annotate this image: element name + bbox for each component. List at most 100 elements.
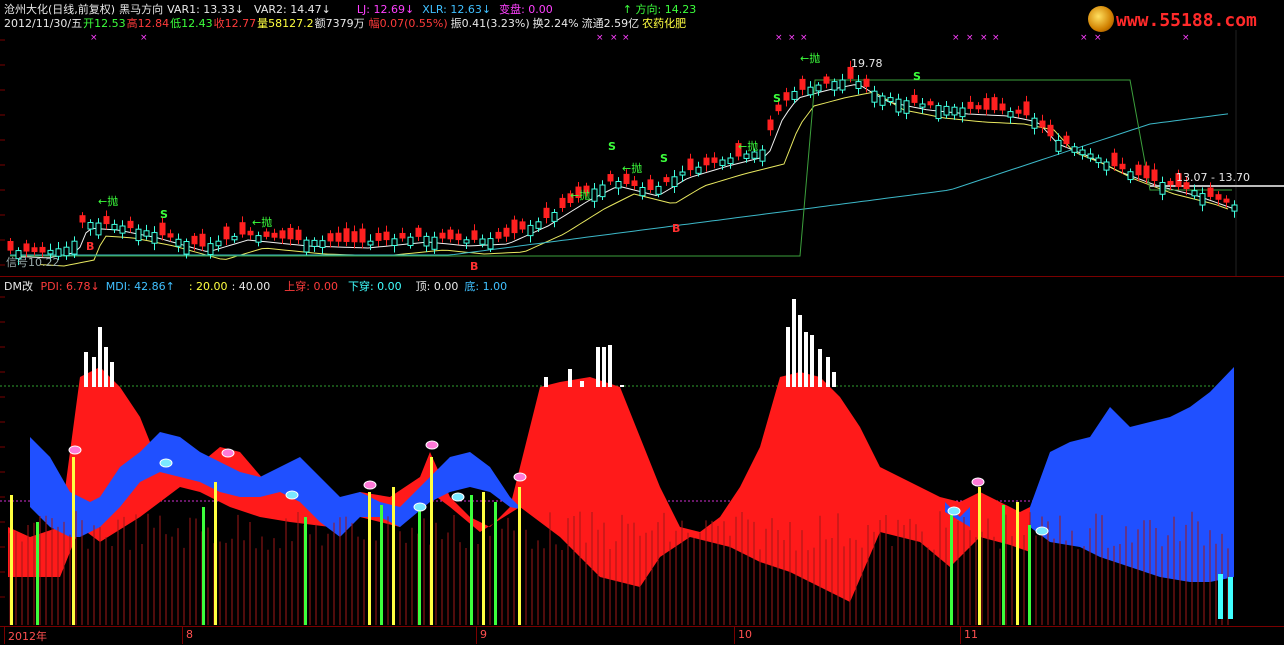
pdi-spike-bar	[608, 345, 612, 387]
signal-gem-icon	[221, 448, 235, 458]
candle-body	[1199, 193, 1206, 206]
candle-body	[623, 173, 630, 185]
candle-body	[919, 103, 926, 108]
candle-body	[767, 119, 774, 131]
signal-bar	[202, 507, 205, 625]
candle-body	[447, 229, 454, 240]
pdi-spike-bar	[620, 385, 624, 387]
candle-body	[215, 240, 222, 247]
signal-gem-icon	[285, 490, 299, 500]
signal-bar	[368, 492, 371, 625]
signal-bar	[494, 502, 497, 625]
candle-body	[679, 171, 686, 176]
candle-body	[391, 238, 398, 246]
candle-body	[343, 228, 350, 242]
candle-body	[159, 222, 166, 236]
signal-gem-icon	[451, 492, 465, 502]
candle-body	[303, 239, 310, 253]
candle-body	[551, 212, 558, 222]
candle-body	[687, 158, 694, 171]
candle-body	[863, 78, 870, 87]
candle-body	[455, 233, 462, 241]
candle-body	[703, 157, 710, 166]
buy-marker: B	[86, 240, 94, 253]
time-axis-label: 11	[964, 628, 978, 641]
candle-body	[1055, 139, 1062, 152]
signal-gem-icon	[971, 477, 985, 487]
candle-body	[295, 229, 302, 241]
candle-body	[1135, 164, 1142, 176]
sell-marker: S	[608, 140, 616, 153]
candle-body	[607, 174, 614, 182]
candle-body	[1207, 187, 1214, 197]
signal-bar	[1002, 505, 1005, 625]
candle-body	[175, 238, 182, 247]
price-chart[interactable]: S S S S S B B B ←抛 ←抛 ←抛 ←抛 ←抛 ←抛 × × × × × × × × × × × × × × ×	[0, 0, 1284, 277]
candle-body	[87, 222, 94, 230]
dm-indicator-chart[interactable]	[0, 277, 1284, 625]
low-price-label: 信号10.22	[6, 256, 64, 269]
candle-body	[799, 78, 806, 90]
candle-body	[1119, 163, 1126, 170]
signal-bar	[978, 487, 981, 625]
candle-body	[647, 179, 654, 190]
pdi-spike-bar	[826, 357, 830, 387]
candle-body	[127, 220, 134, 229]
pdi-spike-bar	[596, 347, 600, 387]
cyan-signal-bar	[1228, 577, 1233, 619]
low-price-prefix: 信号	[6, 256, 28, 269]
top-signal-marker: ×	[966, 33, 974, 43]
signal-bar	[518, 487, 521, 625]
candle-body	[199, 233, 206, 247]
top-signal-marker: ×	[90, 33, 98, 43]
candle-body	[511, 219, 518, 234]
throw-marker: ←抛	[98, 194, 118, 208]
candle-body	[615, 181, 622, 189]
top-signal-marker: ×	[980, 33, 988, 43]
signal-gem-icon	[68, 445, 82, 455]
candle-body	[1071, 146, 1078, 153]
candle-body	[1023, 101, 1030, 116]
candle-body	[663, 177, 670, 183]
candle-body	[695, 166, 702, 174]
candle-body	[1191, 190, 1198, 197]
candle-body	[423, 235, 430, 247]
candle-body	[911, 94, 918, 103]
candle-body	[191, 235, 198, 245]
signal-bar	[10, 495, 13, 625]
candle-body	[1151, 169, 1158, 181]
pdi-spike-bar	[104, 347, 108, 387]
candle-body	[463, 239, 470, 244]
signal-bar	[1028, 525, 1031, 625]
candle-body	[335, 232, 342, 242]
candle-body	[1015, 109, 1022, 114]
candle-body	[815, 84, 822, 92]
candle-body	[967, 101, 974, 109]
time-axis-tick	[734, 627, 735, 644]
candle-body	[103, 216, 110, 225]
candle-body	[991, 97, 998, 111]
candle-body	[711, 157, 718, 163]
time-axis-tick	[476, 627, 477, 644]
candle-body	[143, 230, 150, 237]
candle-body	[7, 241, 14, 251]
candle-body	[1231, 204, 1238, 212]
candle-body	[975, 105, 982, 110]
candle-body	[639, 187, 646, 197]
candle-body	[775, 104, 782, 112]
candle-body	[1127, 171, 1134, 181]
top-signal-marker: ×	[140, 33, 148, 43]
top-signal-marker: ×	[788, 33, 796, 43]
pdi-spike-bar	[810, 335, 814, 387]
candle-body	[495, 231, 502, 239]
candle-body	[1111, 152, 1118, 167]
candle-body	[39, 246, 46, 253]
candle-body	[871, 90, 878, 103]
top-signal-marker: ×	[775, 33, 783, 43]
signal-bar	[392, 487, 395, 625]
candle-body	[167, 233, 174, 238]
signal-bar	[304, 517, 307, 625]
sell-marker: S	[773, 92, 781, 105]
signal-gem-icon	[947, 506, 961, 516]
candle-body	[519, 221, 526, 230]
